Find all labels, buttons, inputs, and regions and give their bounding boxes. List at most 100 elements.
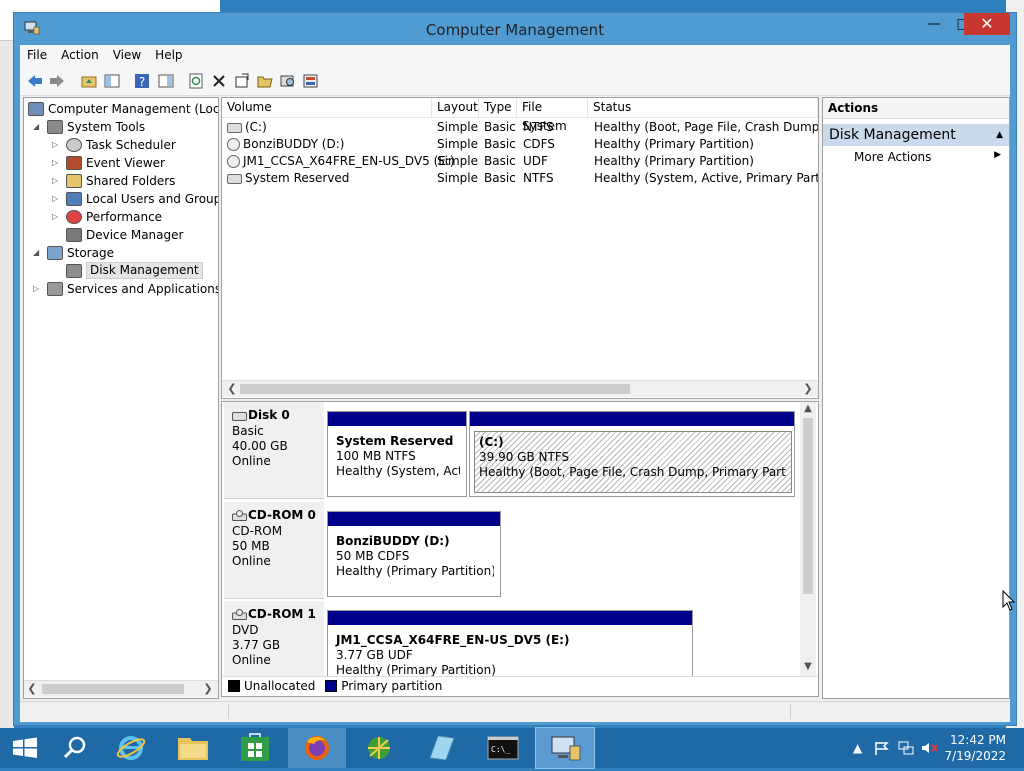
search-disk-icon[interactable] — [279, 72, 297, 90]
tree-item-disk-management[interactable]: Disk Management — [24, 262, 218, 280]
tree-item-shared-folders[interactable]: ▷ Shared Folders — [24, 172, 218, 190]
taskbar-clock[interactable]: 12:42 PM 7/19/2022 — [944, 732, 1006, 764]
volume-list-horizontal-scrollbar[interactable]: ❮ ❯ — [222, 380, 818, 397]
properties-icon[interactable] — [233, 72, 251, 90]
volume-muted-icon[interactable] — [921, 741, 939, 755]
scroll-thumb[interactable] — [803, 418, 813, 594]
actions-header: Actions — [823, 98, 1009, 119]
disk-label-0[interactable]: Disk 0 Basic 40.00 GB Online — [224, 402, 324, 499]
title-bar[interactable]: Computer Management — □ ✕ — [14, 13, 1016, 45]
device-manager-icon — [66, 228, 82, 242]
taskbar-file-explorer[interactable] — [164, 728, 222, 768]
partition-name: (C:) — [479, 435, 504, 449]
column-volume[interactable]: Volume — [222, 98, 432, 117]
flag-icon[interactable] — [874, 741, 890, 755]
toolbar: ? — [20, 67, 1010, 96]
scroll-right-icon[interactable]: ❯ — [200, 681, 216, 697]
scroll-left-icon[interactable]: ❮ — [24, 681, 40, 697]
collapse-triangle-icon[interactable]: ▲ — [996, 124, 1003, 146]
disk-graphical-view: Disk 0 Basic 40.00 GB Online System Reserved… — [221, 401, 819, 697]
tree-expander-icon[interactable]: ▷ — [52, 154, 62, 172]
disk-view-vertical-scrollbar[interactable]: ▲ ▼ — [800, 402, 816, 676]
partition-block[interactable]: BonziBUDDY (D:) 50 MB CDFS Healthy (Primar… — [327, 511, 501, 597]
disk-kind: CD-ROM — [232, 524, 283, 538]
taskbar-network-app[interactable] — [350, 728, 408, 768]
table-row[interactable]: System Reserved Simple Basic NTFS Healthy (S… — [222, 170, 818, 187]
delete-icon[interactable] — [210, 72, 228, 90]
taskbar-store[interactable] — [226, 728, 284, 768]
table-row[interactable]: (C:) Simple Basic NTFS Healthy (Boot, Page F… — [222, 119, 818, 136]
tree-item-task-scheduler[interactable]: ▷ Task Scheduler — [24, 136, 218, 154]
tree-item-storage[interactable]: ◢ Storage — [24, 244, 218, 262]
open-folder-icon[interactable] — [256, 72, 274, 90]
scroll-left-icon[interactable]: ❮ — [224, 381, 240, 397]
column-type[interactable]: Type — [479, 98, 517, 117]
scroll-thumb[interactable] — [240, 384, 630, 394]
tree-expander-icon[interactable]: ▷ — [52, 136, 62, 154]
tree-item-services-and-applications[interactable]: ▷ Services and Applications — [24, 280, 218, 298]
tree-expander-icon[interactable]: ▷ — [52, 172, 62, 190]
cell-volume: BonziBUDDY (D:) — [227, 136, 344, 153]
tree-item-local-users-and-groups[interactable]: ▷ Local Users and Groups — [24, 190, 218, 208]
forward-arrow-icon[interactable] — [48, 72, 66, 90]
show-hide-tree-icon[interactable] — [103, 72, 121, 90]
table-row[interactable]: JM1_CCSA_X64FRE_EN-US_DV5 (E:) Simple Basi… — [222, 153, 818, 170]
menu-action[interactable]: Action — [54, 45, 106, 65]
more-actions-item[interactable]: More Actions — [854, 150, 931, 164]
taskbar-computer-management[interactable] — [535, 727, 595, 769]
disk-label-1[interactable]: CD-ROM 0 CD-ROM 50 MB Online — [224, 502, 324, 599]
show-hide-action-pane-icon[interactable] — [157, 72, 175, 90]
taskbar-command-prompt[interactable]: C:\_ — [474, 728, 532, 768]
firefox-icon — [305, 736, 329, 760]
search-button[interactable] — [50, 728, 100, 768]
volume-list-header: Volume Layout Type File System Status — [222, 98, 818, 133]
column-layout[interactable]: Layout — [432, 98, 479, 117]
start-button[interactable] — [0, 728, 50, 768]
partition-block[interactable]: (C:) 39.90 GB NTFS Healthy (Boot, Page Fil… — [469, 411, 795, 497]
menu-help[interactable]: Help — [148, 45, 189, 65]
tree-expander-icon[interactable]: ▷ — [52, 208, 62, 226]
column-status[interactable]: Status — [588, 98, 818, 117]
tree-item-event-viewer[interactable]: ▷ Event Viewer — [24, 154, 218, 172]
tree-item-performance[interactable]: ▷ Performance — [24, 208, 218, 226]
taskbar-internet-explorer[interactable] — [102, 728, 160, 768]
taskbar-firefox[interactable] — [288, 728, 346, 768]
cell-type: Basic — [484, 137, 516, 151]
column-file-system[interactable]: File System — [517, 98, 588, 133]
partition-type-bar — [328, 512, 500, 526]
minimize-button[interactable]: — — [919, 13, 949, 35]
table-row[interactable]: BonziBUDDY (D:) Simple Basic CDFS Healthy (P… — [222, 136, 818, 153]
partition-block[interactable]: System Reserved 100 MB NTFS Healthy (Syste… — [327, 411, 467, 497]
taskbar-notepad[interactable] — [412, 728, 470, 768]
actions-section-disk-management[interactable]: Disk Management ▲ — [823, 124, 1009, 146]
tree-expander-icon[interactable]: ◢ — [33, 244, 43, 262]
mouse-pointer-icon — [1002, 590, 1016, 611]
tree-item-device-manager[interactable]: Device Manager — [24, 226, 218, 244]
tree-expander-icon[interactable]: ▷ — [33, 280, 43, 298]
close-button[interactable]: ✕ — [964, 13, 1010, 35]
disk-legend: Unallocated Primary partition — [222, 676, 818, 696]
up-folder-icon[interactable] — [80, 72, 98, 90]
tree-expander-icon[interactable]: ◢ — [33, 118, 43, 136]
show-hidden-icons[interactable]: ▲ — [853, 728, 862, 768]
actions-pane: Actions Disk Management ▲ More Actions ▶ — [822, 97, 1010, 699]
tree-item-system-tools[interactable]: ◢ System Tools — [24, 118, 218, 136]
disk-label-2[interactable]: CD-ROM 1 DVD 3.77 GB Online — [224, 601, 324, 682]
internet-explorer-icon — [116, 736, 146, 760]
network-icon[interactable] — [898, 741, 914, 755]
disk-settings-icon[interactable] — [302, 72, 320, 90]
refresh-icon[interactable] — [187, 72, 205, 90]
menu-file[interactable]: File — [20, 45, 54, 65]
scroll-down-icon[interactable]: ▼ — [800, 660, 816, 674]
tree-horizontal-scrollbar[interactable]: ❮ ❯ — [24, 680, 218, 697]
scroll-thumb[interactable] — [42, 684, 184, 694]
partition-block[interactable]: JM1_CCSA_X64FRE_EN-US_DV5 (E:) 3.77 GB UD… — [327, 610, 693, 680]
tree-expander-icon[interactable]: ▷ — [52, 190, 62, 208]
back-arrow-icon[interactable] — [26, 72, 44, 90]
submenu-arrow-icon[interactable]: ▶ — [994, 150, 1001, 160]
scroll-up-icon[interactable]: ▲ — [800, 402, 816, 416]
tree-item-computer-management-local[interactable]: Computer Management (Local — [24, 100, 218, 118]
scroll-right-icon[interactable]: ❯ — [800, 381, 816, 397]
menu-view[interactable]: View — [106, 45, 148, 65]
help-icon[interactable]: ? — [133, 72, 151, 90]
